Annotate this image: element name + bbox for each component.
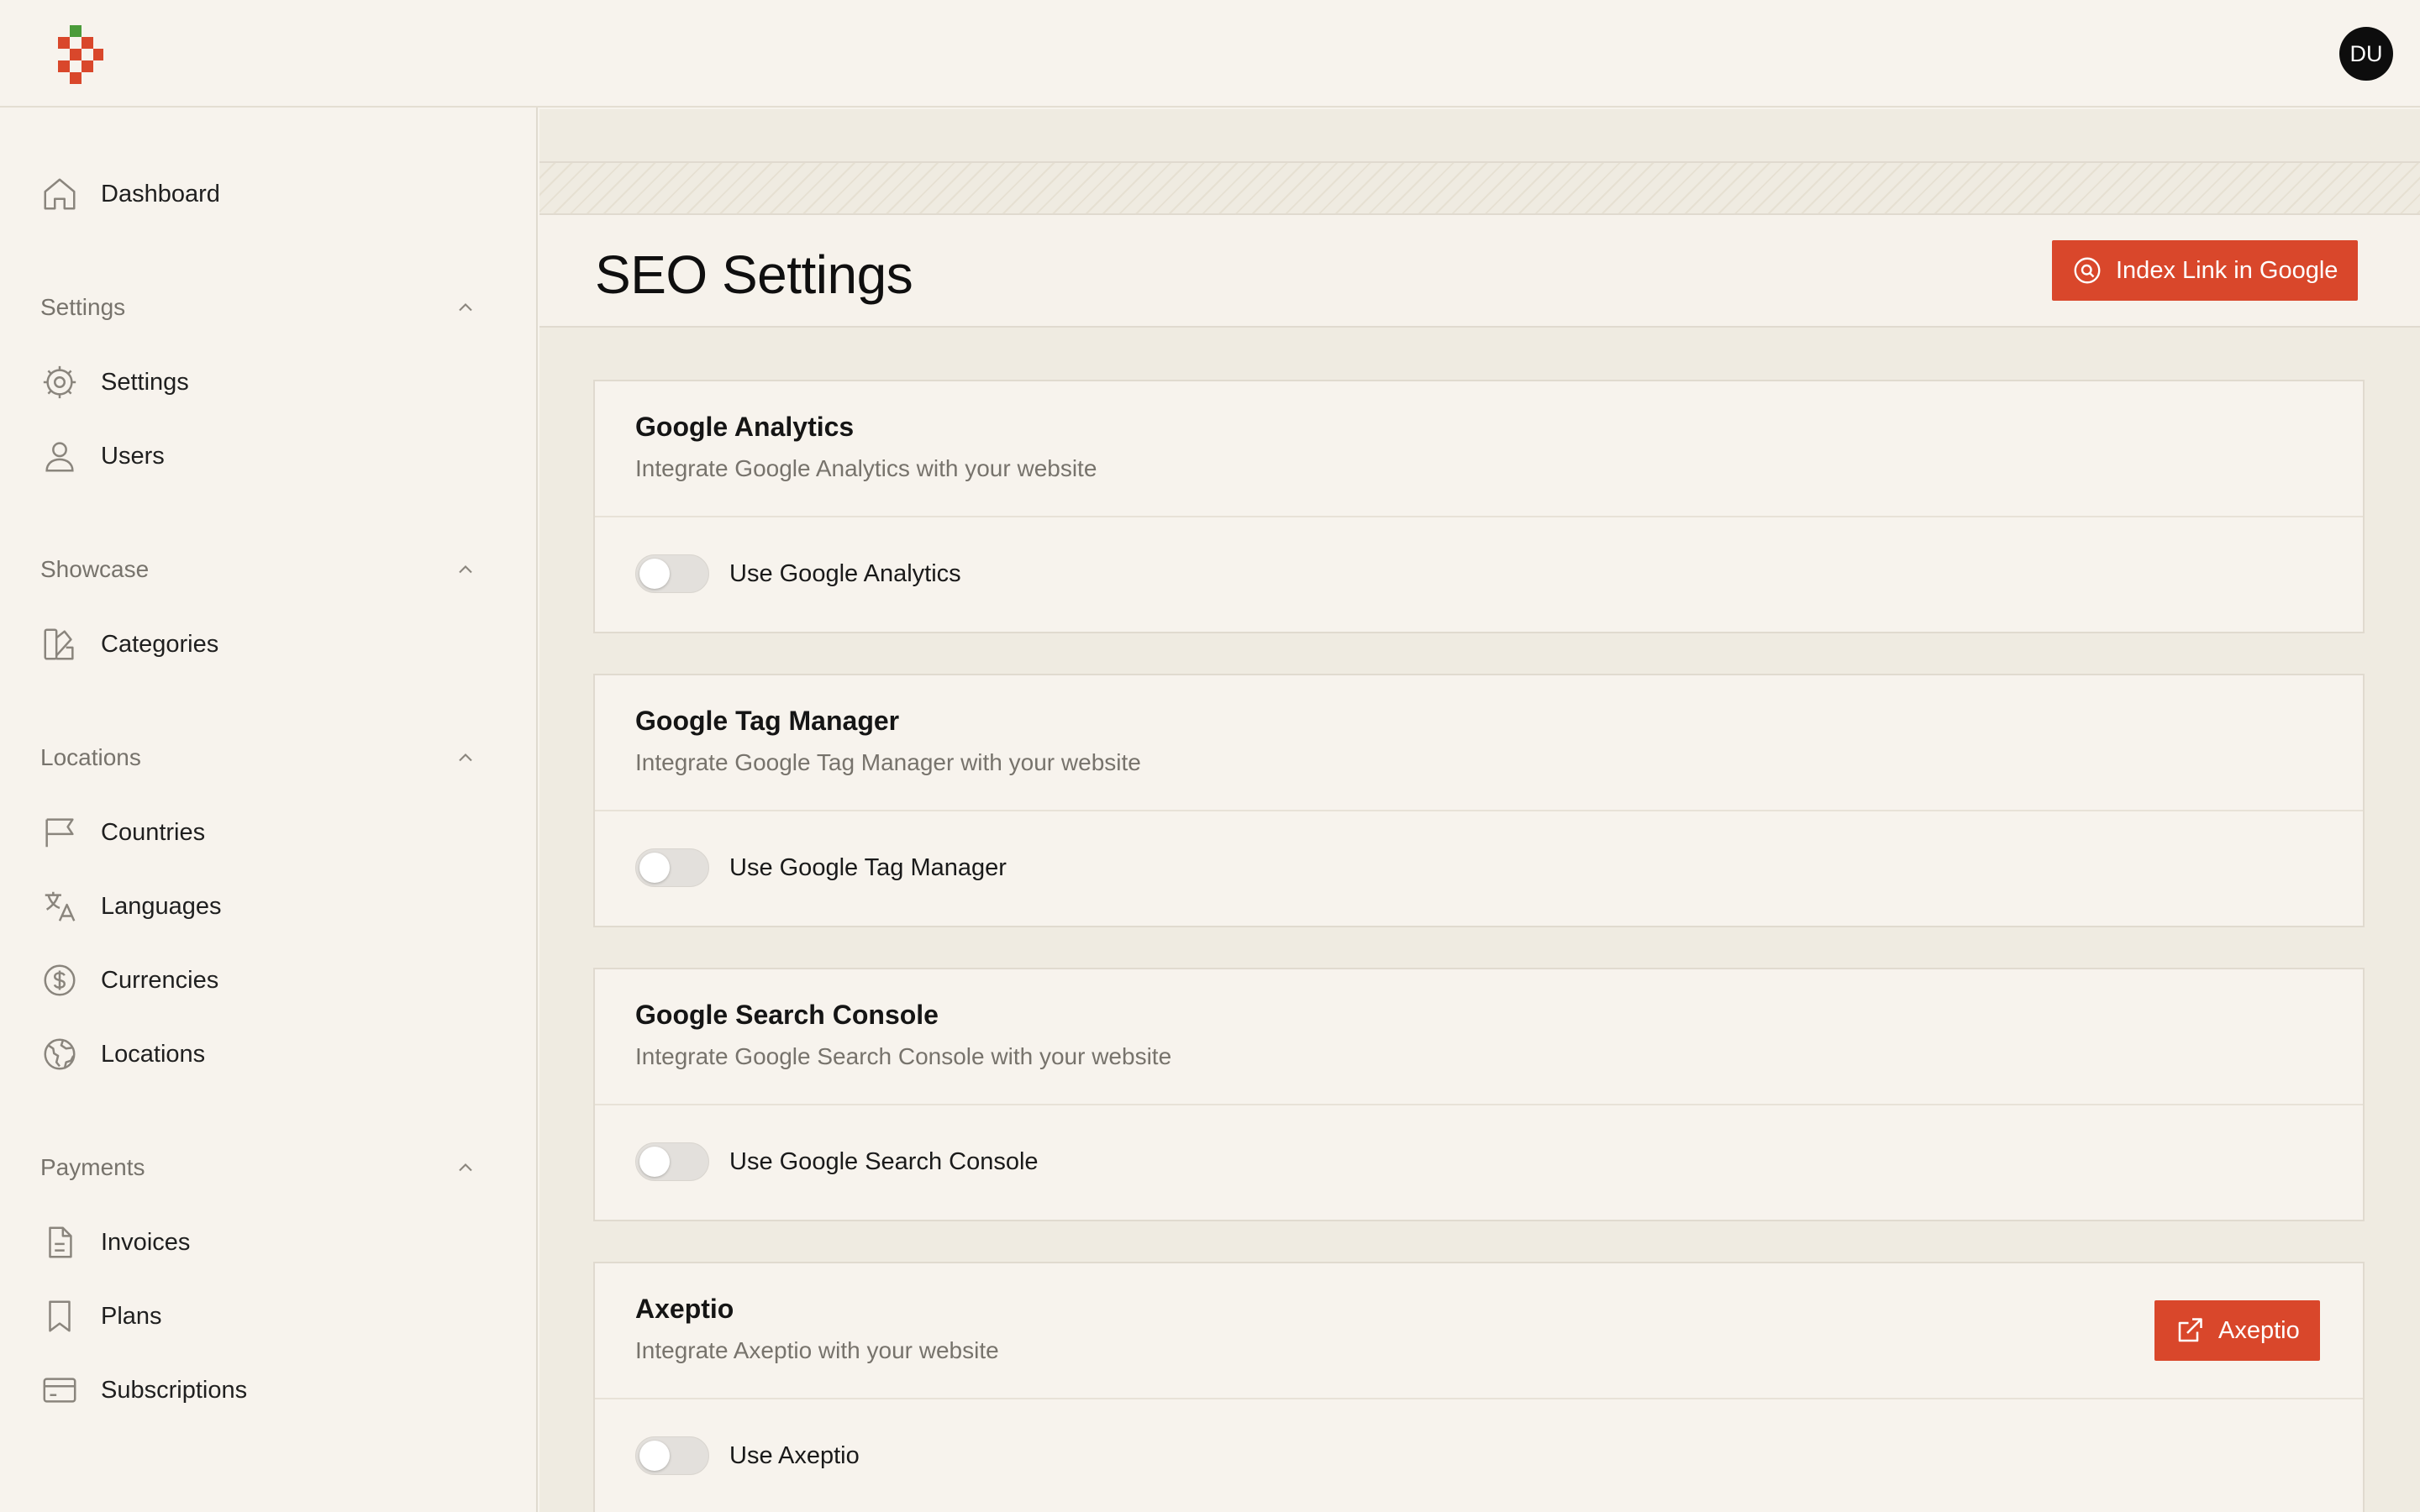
card-header: Google Search Console Integrate Google S… [595,969,2363,1105]
google-tag-manager-toggle-row[interactable]: Use Google Tag Manager [635,848,1007,887]
user-icon [45,442,74,472]
decorative-stripe [539,161,2420,215]
document-icon [49,1226,72,1258]
sidebar-group-label: Settings [40,294,126,320]
sidebar-item-label: Countries [101,818,206,846]
sidebar-item-label: Subscriptions [101,1376,248,1404]
chevron-up-icon [459,1163,472,1172]
toggle-label: Use Google Search Console [729,1147,1039,1175]
sidebar-item-categories[interactable]: Categories [40,619,477,669]
main-content: SEO Settings Index Link in Google Google… [539,109,2420,1512]
card-title: Google Analytics [635,412,855,442]
index-link-button[interactable]: Index Link in Google [2052,240,2359,301]
home-icon [44,178,76,210]
swatch-icon [44,628,74,660]
axeptio-link-button[interactable]: Axeptio [2154,1300,2320,1361]
sidebar-item-settings[interactable]: Settings [40,357,477,407]
globe-icon [44,1038,76,1070]
sidebar: Dashboard Settings Settings Users Showca… [0,108,538,1512]
sidebar-group-locations[interactable]: Locations [40,738,477,778]
google-analytics-toggle[interactable] [635,554,709,593]
card-title: Google Search Console [635,1000,939,1030]
google-analytics-toggle-row[interactable]: Use Google Analytics [635,554,961,593]
sidebar-item-languages[interactable]: Languages [40,881,477,932]
search-circle-icon [2074,257,2101,284]
sidebar-group-showcase[interactable]: Showcase [40,549,477,590]
chevron-up-icon [459,753,472,762]
card-header: Google Tag Manager Integrate Google Tag … [595,675,2363,811]
card-axeptio: Axeptio Integrate Axeptio with your webs… [593,1262,2365,1512]
card-description: Integrate Google Tag Manager with your w… [635,749,1141,775]
card-header: Google Analytics Integrate Google Analyt… [595,381,2363,517]
sidebar-item-label: Currencies [101,966,219,994]
sidebar-group-payments[interactable]: Payments [40,1147,477,1188]
flag-icon [45,818,74,848]
google-tag-manager-toggle[interactable] [635,848,709,887]
card-title: Google Tag Manager [635,706,900,736]
card-title: Axeptio [635,1294,734,1324]
google-search-console-toggle-row[interactable]: Use Google Search Console [635,1142,1039,1181]
sidebar-item-plans[interactable]: Plans [40,1291,477,1341]
google-search-console-toggle[interactable] [635,1142,709,1181]
toggle-knob [639,1147,670,1177]
page-title: SEO Settings [595,244,913,305]
sidebar-item-label: Languages [101,892,222,920]
sidebar-item-label: Settings [101,368,189,396]
card-description: Integrate Google Search Console with you… [635,1043,1172,1069]
card-description: Integrate Axeptio with your website [635,1337,999,1363]
sidebar-group-settings[interactable]: Settings [40,287,477,328]
axeptio-toggle-row[interactable]: Use Axeptio [635,1436,860,1475]
credit-card-icon [43,1378,76,1403]
gear-icon [43,365,76,399]
toggle-knob [639,1441,670,1471]
sidebar-item-invoices[interactable]: Invoices [40,1217,477,1268]
translate-icon [45,891,76,921]
toggle-label: Use Axeptio [729,1441,860,1469]
chevron-up-icon [459,303,472,312]
bookmark-icon [49,1300,71,1332]
sidebar-item-label: Invoices [101,1228,191,1256]
page-header: SEO Settings Index Link in Google [539,215,2420,328]
toggle-label: Use Google Analytics [729,559,961,587]
avatar[interactable]: DU [2339,27,2393,81]
sidebar-item-label: Locations [101,1040,206,1068]
sidebar-item-label: Plans [101,1302,162,1330]
sidebar-item-label: Categories [101,630,219,658]
sidebar-item-currencies[interactable]: Currencies [40,955,477,1005]
sidebar-item-locations[interactable]: Locations [40,1029,477,1079]
sidebar-group-label: Showcase [40,556,150,582]
sidebar-item-label: Dashboard [101,180,220,207]
logo-icon[interactable] [57,25,104,84]
card-description: Integrate Google Analytics with your web… [635,455,1097,481]
card-google-analytics: Google Analytics Integrate Google Analyt… [593,380,2365,633]
axeptio-link-button-label: Axeptio [2218,1316,2300,1344]
index-link-button-label: Index Link in Google [2116,256,2338,284]
chevron-up-icon [459,565,472,574]
top-bar: DU [0,0,2420,108]
axeptio-toggle[interactable] [635,1436,709,1475]
card-google-search-console: Google Search Console Integrate Google S… [593,968,2365,1221]
sidebar-item-users[interactable]: Users [40,431,477,481]
sidebar-item-subscriptions[interactable]: Subscriptions [40,1365,477,1415]
card-header: Axeptio Integrate Axeptio with your webs… [595,1263,2363,1399]
toggle-knob [639,853,670,883]
card-google-tag-manager: Google Tag Manager Integrate Google Tag … [593,674,2365,927]
sidebar-item-countries[interactable]: Countries [40,807,477,858]
toggle-label: Use Google Tag Manager [729,853,1007,881]
toggle-knob [639,559,670,589]
sidebar-item-dashboard[interactable]: Dashboard [40,169,477,219]
external-link-icon [2178,1318,2202,1342]
dollar-circle-icon [44,964,76,996]
sidebar-item-label: Users [101,442,165,470]
sidebar-group-label: Locations [40,744,141,770]
sidebar-group-label: Payments [40,1154,145,1180]
